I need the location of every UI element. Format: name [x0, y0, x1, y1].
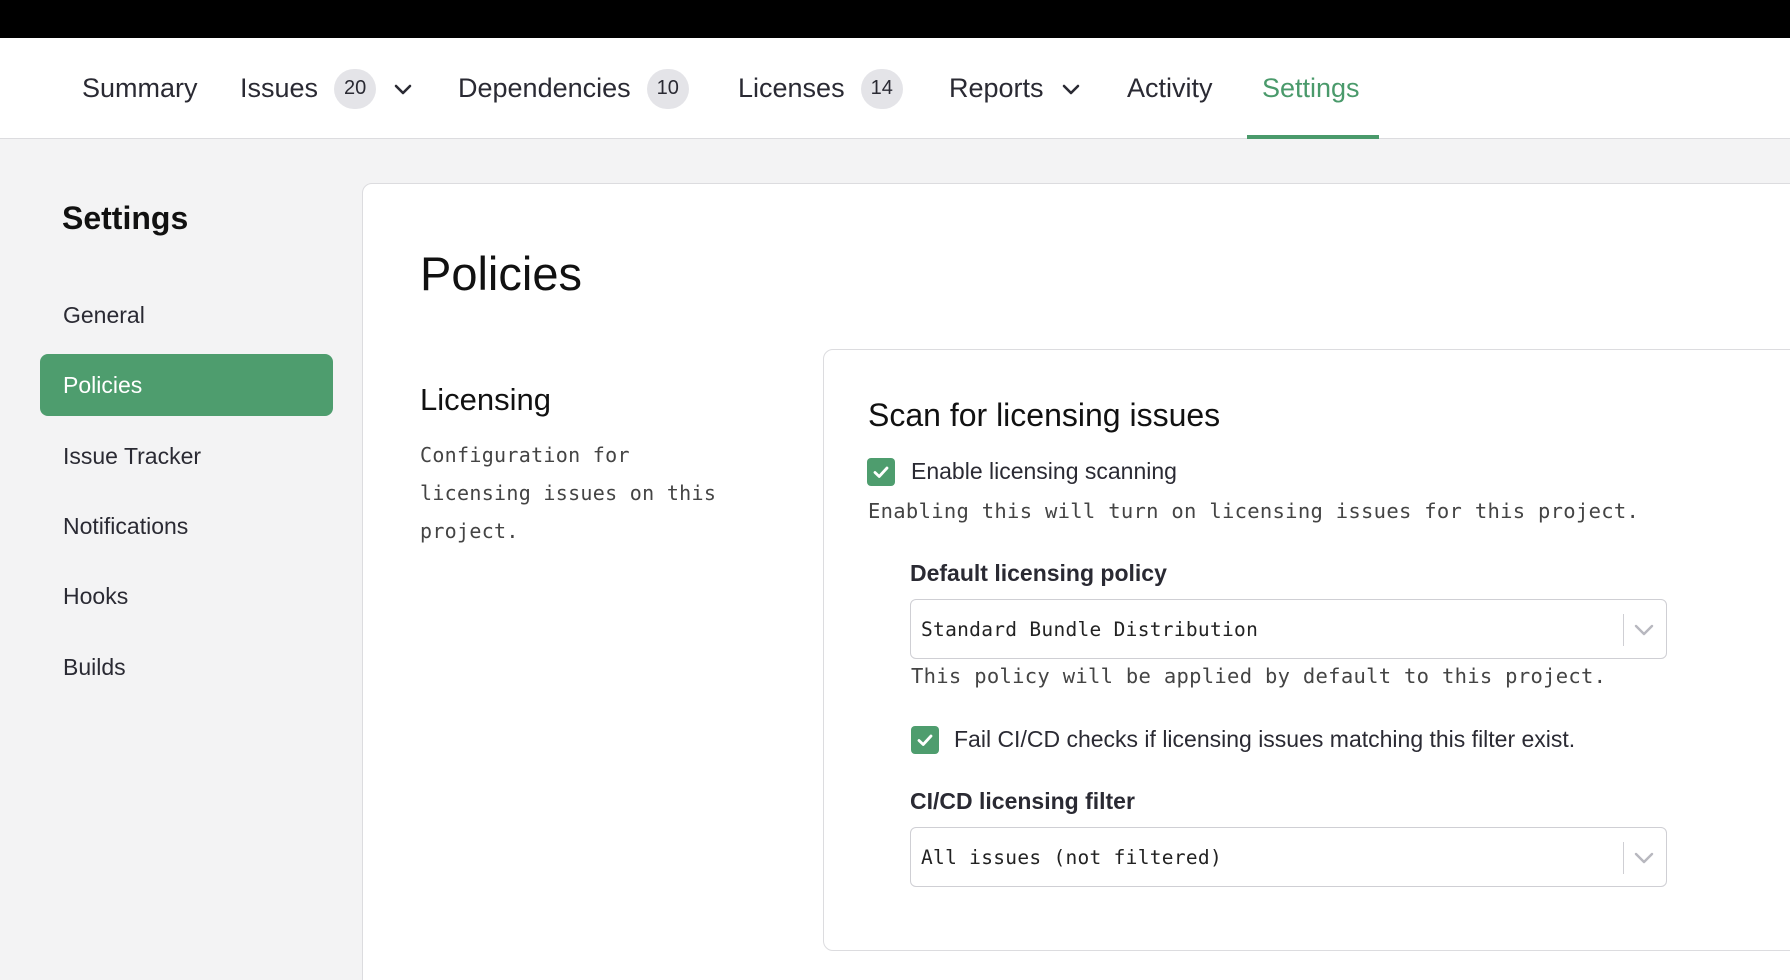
select-value: All issues (not filtered) — [921, 845, 1222, 869]
tab-issues[interactable]: Issues 20 — [240, 38, 414, 139]
tab-summary[interactable]: Summary — [82, 38, 198, 139]
tab-label: Summary — [82, 73, 198, 103]
sidebar-item-builds[interactable]: Builds — [40, 636, 333, 698]
check-icon — [917, 734, 933, 746]
tab-label: Licenses — [738, 73, 845, 103]
dependencies-count-badge: 10 — [646, 68, 689, 109]
fail-ci-label: Fail CI/CD checks if licensing issues ma… — [954, 726, 1576, 752]
sidebar-item-issue-tracker[interactable]: Issue Tracker — [40, 425, 333, 487]
active-tab-indicator — [1247, 135, 1379, 139]
tab-label: Settings — [1262, 73, 1360, 103]
sidebar-item-notifications[interactable]: Notifications — [40, 495, 333, 557]
default-policy-help: This policy will be applied by default t… — [911, 664, 1607, 688]
default-policy-label: Default licensing policy — [910, 560, 1167, 586]
tab-activity[interactable]: Activity — [1127, 38, 1213, 139]
tab-label: Activity — [1127, 73, 1213, 103]
select-value: Standard Bundle Distribution — [921, 617, 1259, 641]
select-separator — [1623, 842, 1624, 874]
check-icon — [873, 466, 889, 478]
card-title: Scan for licensing issues — [868, 397, 1221, 433]
licenses-count-badge: 14 — [860, 68, 903, 109]
chevron-down-icon[interactable] — [392, 78, 414, 100]
select-separator — [1623, 614, 1624, 646]
section-description: Configuration for licensing issues on th… — [420, 443, 717, 543]
chevron-down-icon — [1632, 846, 1656, 870]
enable-licensing-help: Enabling this will turn on licensing iss… — [868, 499, 1640, 523]
tab-label: Issues — [240, 73, 319, 103]
sidebar-item-general[interactable]: General — [40, 284, 333, 346]
tab-dependencies[interactable]: Dependencies 10 — [458, 38, 689, 139]
ci-filter-label: CI/CD licensing filter — [910, 788, 1135, 814]
default-policy-select[interactable]: Standard Bundle Distribution — [910, 599, 1667, 659]
enable-licensing-label: Enable licensing scanning — [911, 458, 1177, 484]
page-title: Policies — [420, 247, 582, 300]
tab-label: Dependencies — [458, 73, 631, 103]
tab-settings[interactable]: Settings — [1262, 38, 1360, 139]
fail-ci-checkbox[interactable] — [911, 726, 939, 754]
tab-licenses[interactable]: Licenses 14 — [738, 38, 903, 139]
ci-filter-select[interactable]: All issues (not filtered) — [910, 827, 1667, 887]
section-title: Licensing — [420, 382, 551, 417]
top-bar — [0, 0, 1790, 38]
sidebar-item-hooks[interactable]: Hooks — [40, 565, 333, 627]
chevron-down-icon[interactable] — [1060, 78, 1082, 100]
sidebar-item-policies[interactable]: Policies — [40, 354, 333, 416]
enable-licensing-checkbox[interactable] — [867, 458, 895, 486]
tab-reports[interactable]: Reports — [949, 38, 1082, 139]
project-nav: Summary Issues 20 Dependencies 10 Licens… — [0, 38, 1790, 139]
issues-count-badge: 20 — [334, 68, 377, 109]
sidebar-title: Settings — [62, 200, 189, 236]
tab-label: Reports — [949, 73, 1044, 103]
chevron-down-icon — [1632, 618, 1656, 642]
